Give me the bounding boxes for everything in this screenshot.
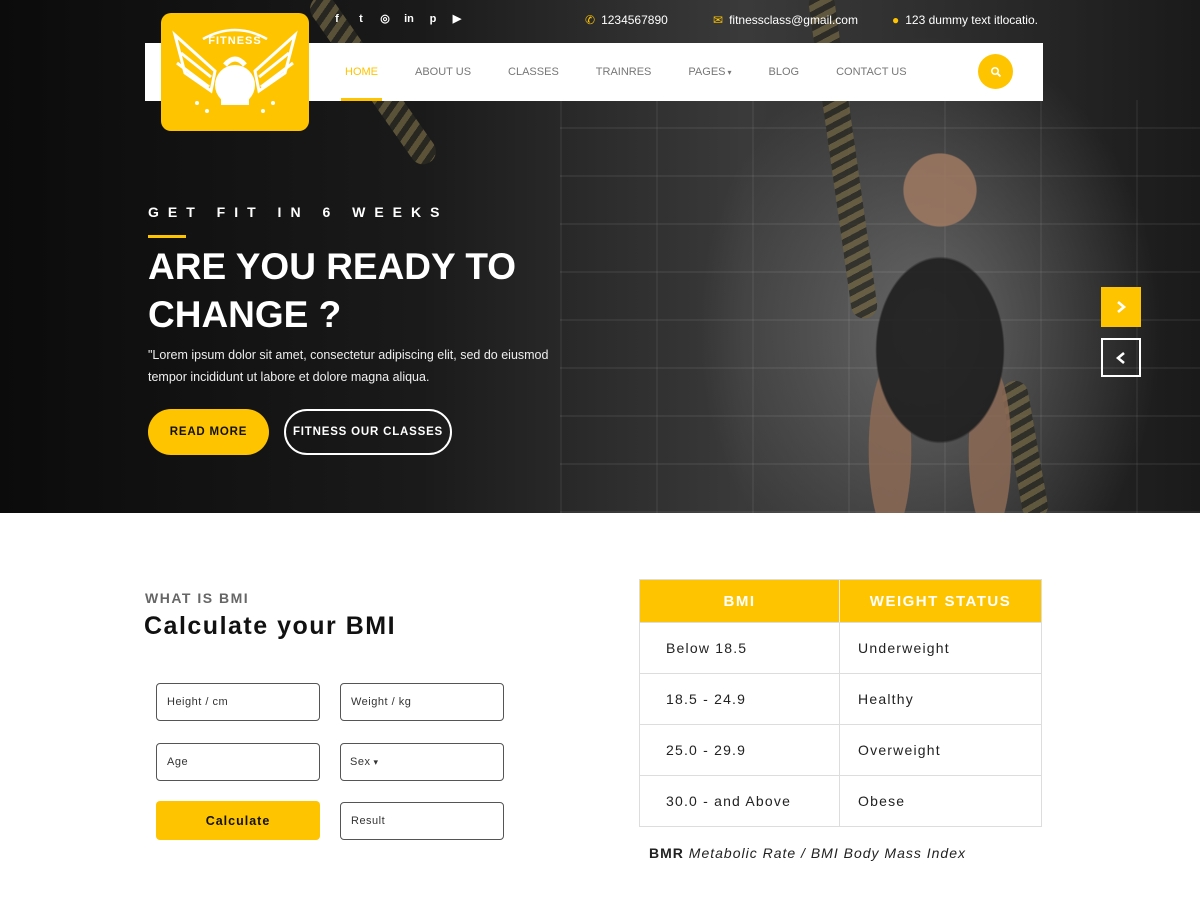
nav-item-blog[interactable]: BLOG: [769, 43, 800, 101]
result-placeholder: Result: [351, 815, 386, 827]
slider-prev-button[interactable]: [1101, 338, 1141, 377]
weight-input[interactable]: Weight / kg: [340, 683, 504, 721]
address-text: 123 dummy text itlocatio.: [905, 13, 1038, 27]
bmi-range: Below 18.5: [640, 623, 841, 673]
linkedin-icon[interactable]: in: [402, 12, 416, 26]
sex-select-value: Sex: [350, 756, 371, 768]
chevron-right-icon: [1117, 301, 1127, 313]
bmi-note-italic: Metabolic Rate / BMI Body Mass Index: [688, 845, 966, 861]
youtube-icon[interactable]: ▶: [450, 12, 464, 26]
table-row: 25.0 - 29.9 Overweight: [640, 724, 1041, 775]
nav-item-trainres[interactable]: TRAINRES: [596, 43, 652, 101]
weight-placeholder: Weight / kg: [351, 696, 412, 708]
fitness-classes-button[interactable]: FITNESS OUR CLASSES: [284, 409, 452, 455]
result-field: Result: [340, 802, 504, 840]
nav-label: HOME: [345, 65, 378, 78]
site-logo[interactable]: FITNESS: [161, 13, 309, 131]
age-input[interactable]: Age: [156, 743, 320, 781]
bmi-kicker: WHAT IS BMI: [145, 590, 250, 606]
nav-item-home[interactable]: HOME: [341, 43, 382, 101]
bmi-table: BMI WEIGHT STATUS Below 18.5 Underweight…: [639, 579, 1042, 827]
bmi-title: Calculate your BMI: [144, 612, 397, 640]
kettlebell-wings-icon: [172, 28, 298, 113]
twitter-icon[interactable]: t: [354, 12, 368, 26]
athlete-photo: [850, 150, 1030, 513]
weight-status: Obese: [858, 793, 906, 809]
header-bmi: BMI: [640, 580, 840, 622]
phone-number: 1234567890: [601, 13, 668, 27]
weight-status: Underweight: [858, 640, 950, 656]
nav-item-about-us[interactable]: ABOUT US: [415, 43, 471, 101]
nav-label: PAGES: [688, 65, 726, 78]
bmi-footnote: BMR Metabolic Rate / BMI Body Mass Index: [649, 845, 966, 861]
nav-label: TRAINRES: [595, 65, 652, 78]
chevron-down-icon: ▾: [373, 756, 379, 767]
email-contact[interactable]: ✉ fitnessclass@gmail.com: [713, 13, 858, 27]
bmi-range: 25.0 - 29.9: [640, 725, 841, 775]
email-address: fitnessclass@gmail.com: [729, 13, 858, 27]
nav-label: CLASSES: [508, 65, 559, 78]
phone-contact[interactable]: ✆ 1234567890: [585, 13, 668, 27]
hero-title: ARE YOU READY TO CHANGE ?: [148, 246, 517, 335]
height-input[interactable]: Height / cm: [156, 683, 320, 721]
hero-kicker: GET FIT IN 6 WEEKS: [148, 204, 449, 220]
pinterest-icon[interactable]: p: [426, 12, 440, 26]
calculate-button[interactable]: Calculate: [156, 801, 320, 840]
slider-next-button[interactable]: [1101, 287, 1141, 327]
nav-label: BLOG: [768, 65, 800, 78]
weight-status: Healthy: [858, 691, 914, 707]
nav-label: ABOUT US: [415, 65, 472, 78]
phone-icon: ✆: [585, 13, 596, 27]
chevron-down-icon: ▾: [727, 67, 732, 77]
nav-menu: HOME ABOUT US CLASSES TRAINRES PAGES ▾ BL…: [341, 43, 944, 101]
chevron-left-icon: [1115, 351, 1125, 364]
hero-accent-line: [148, 235, 186, 238]
bmi-note-bold: BMR: [649, 845, 684, 861]
table-row: 30.0 - and Above Obese: [640, 775, 1041, 826]
facebook-icon[interactable]: f: [330, 12, 344, 26]
nav-item-classes[interactable]: CLASSES: [508, 43, 559, 101]
bmi-range: 18.5 - 24.9: [640, 674, 841, 724]
nav-item-pages[interactable]: PAGES ▾: [688, 43, 731, 101]
logo-text: FITNESS: [208, 35, 262, 47]
table-row: Below 18.5 Underweight: [640, 622, 1041, 673]
sex-select[interactable]: Sex ▾: [340, 743, 504, 781]
search-button[interactable]: [978, 54, 1013, 89]
weight-status: Overweight: [858, 742, 941, 758]
height-placeholder: Height / cm: [167, 696, 229, 708]
age-placeholder: Age: [167, 756, 189, 768]
social-links: f t ◎ in p ▶: [330, 12, 464, 26]
nav-label: CONTACT US: [836, 65, 907, 78]
nav-item-contact-us[interactable]: CONTACT US: [836, 43, 907, 101]
instagram-icon[interactable]: ◎: [378, 12, 392, 26]
table-row: 18.5 - 24.9 Healthy: [640, 673, 1041, 724]
read-more-button[interactable]: READ MORE: [148, 409, 269, 455]
bmi-table-header: BMI WEIGHT STATUS: [640, 580, 1041, 622]
bmi-range: 30.0 - and Above: [640, 776, 841, 826]
hero-banner: f t ◎ in p ▶ ✆ 1234567890 ✉ fitnessclass…: [0, 0, 1200, 513]
hero-description: "Lorem ipsum dolor sit amet, consectetur…: [148, 348, 549, 384]
envelope-icon: ✉: [713, 13, 724, 27]
map-marker-icon: ●: [892, 13, 900, 27]
address-contact: ● 123 dummy text itlocatio.: [892, 13, 1038, 27]
header-weight-status: WEIGHT STATUS: [869, 592, 1012, 610]
search-icon: [990, 66, 1001, 77]
